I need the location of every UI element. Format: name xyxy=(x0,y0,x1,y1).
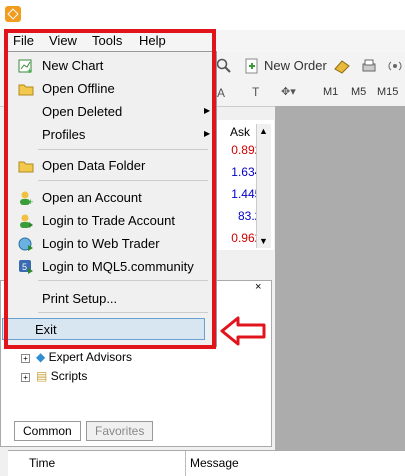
column-header-time[interactable]: Time xyxy=(29,456,55,470)
expert-advisor-icon: ◆ xyxy=(36,350,46,364)
new-order-button[interactable]: New Order xyxy=(264,58,327,73)
ask-column-header[interactable]: Ask xyxy=(230,125,250,139)
expert-advisor-icon[interactable] xyxy=(333,57,351,75)
label-tool-icon[interactable]: T xyxy=(252,85,259,99)
close-icon[interactable]: × xyxy=(255,281,261,293)
timeframe-m15-button[interactable]: M15 xyxy=(377,86,398,98)
navigator-item-scripts[interactable]: + ▤ Scripts xyxy=(21,369,87,383)
navigator-item-expert-advisors[interactable]: + ◆ Expert Advisors xyxy=(21,350,132,364)
shapes-tool-icon[interactable]: ✥▾ xyxy=(281,85,296,98)
expand-icon[interactable]: + xyxy=(21,373,30,382)
magnifier-icon[interactable] xyxy=(216,58,232,74)
app-logo-icon xyxy=(5,6,21,22)
column-divider xyxy=(185,451,186,476)
printer-icon[interactable] xyxy=(360,57,378,75)
timeframe-m1-button[interactable]: M1 xyxy=(323,86,338,98)
tab-favorites[interactable]: Favorites xyxy=(86,421,154,441)
timeframe-m5-button[interactable]: M5 xyxy=(351,86,366,98)
highlight-frame xyxy=(4,29,216,349)
script-icon: ▤ xyxy=(36,369,48,383)
scroll-down-icon[interactable]: ▼ xyxy=(259,236,268,246)
new-order-icon[interactable] xyxy=(243,57,261,75)
navigator-item-label: Scripts xyxy=(50,369,88,383)
scroll-up-icon[interactable]: ▲ xyxy=(259,126,268,136)
terminal-panel: Time Message xyxy=(8,450,405,476)
title-bar xyxy=(0,0,405,30)
text-tool-icon[interactable]: A xyxy=(217,86,225,100)
column-header-message[interactable]: Message xyxy=(190,456,239,470)
market-watch-scrollbar[interactable]: ▲ ▼ xyxy=(256,124,271,248)
chart-area[interactable] xyxy=(275,106,405,450)
red-arrow-icon xyxy=(220,316,266,346)
tab-common[interactable]: Common xyxy=(14,421,81,441)
expand-icon[interactable]: + xyxy=(21,354,30,363)
navigator-item-label: Expert Advisors xyxy=(48,350,132,364)
signal-icon[interactable] xyxy=(386,57,404,75)
